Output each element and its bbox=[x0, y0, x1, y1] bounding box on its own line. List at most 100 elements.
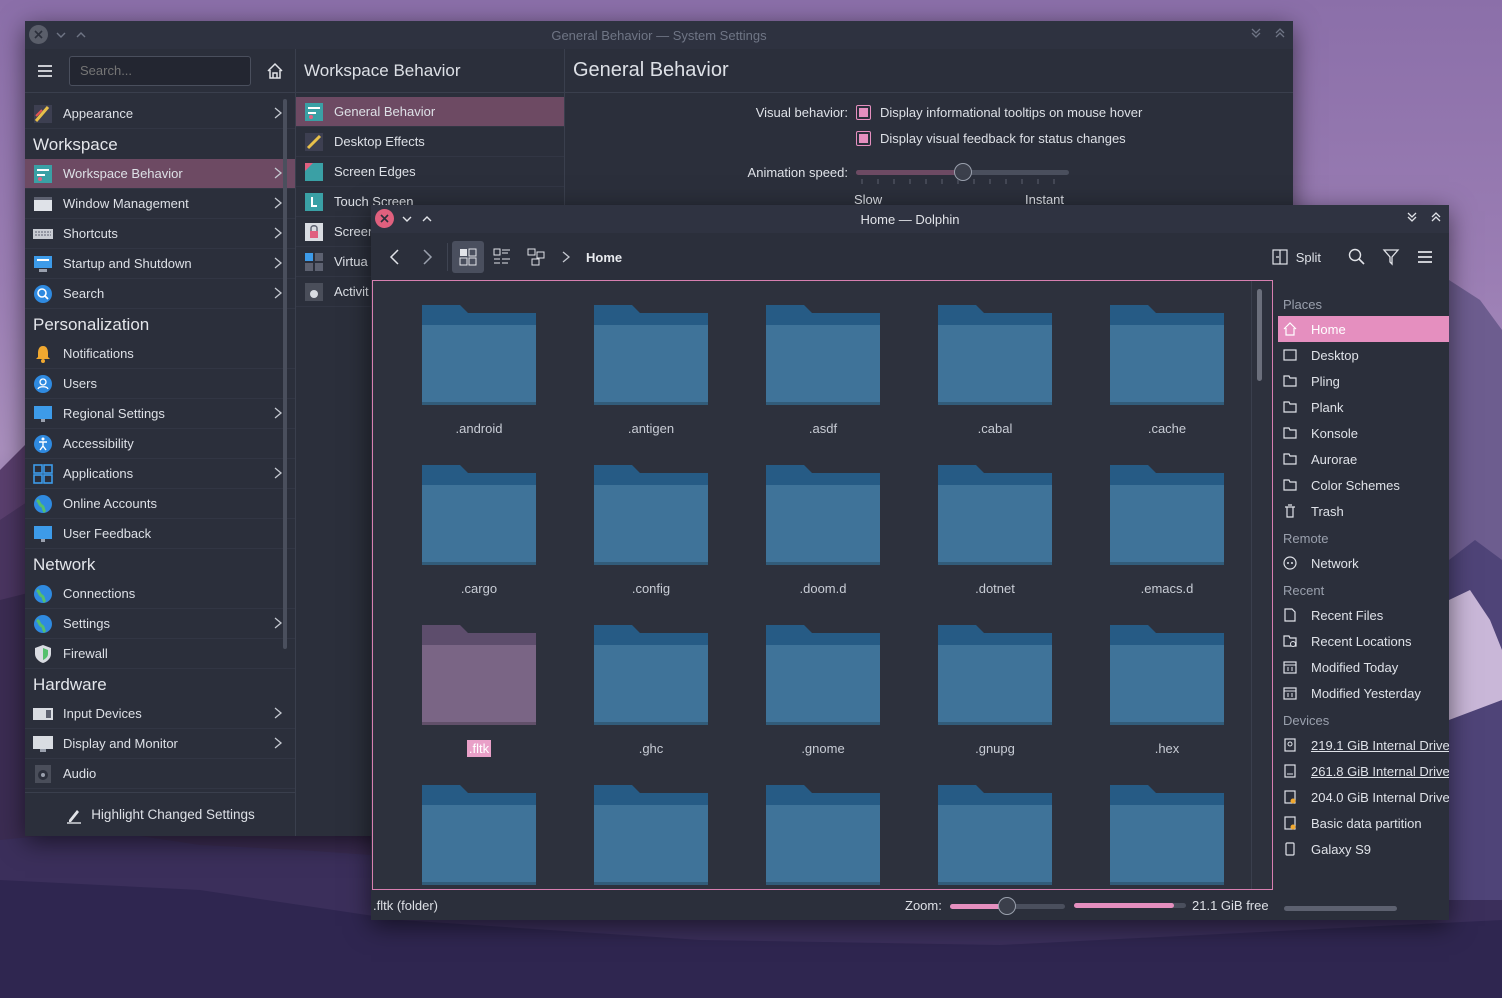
place-modified-today[interactable]: Modified Today bbox=[1278, 654, 1449, 680]
place-color-schemes[interactable]: Color Schemes bbox=[1278, 472, 1449, 498]
folder-item[interactable]: .doom.d bbox=[753, 461, 893, 611]
folder-item[interactable]: .cache bbox=[1097, 301, 1237, 451]
place-label: Modified Today bbox=[1311, 659, 1399, 675]
place-network[interactable]: Network bbox=[1278, 550, 1449, 576]
folder-item[interactable]: .ghc bbox=[581, 621, 721, 771]
maximize-icon[interactable] bbox=[74, 28, 88, 42]
folder-item[interactable] bbox=[925, 781, 1065, 889]
places-scrollbar[interactable] bbox=[1284, 906, 1397, 911]
sidebar-item-startup-shutdown[interactable]: Startup and Shutdown bbox=[25, 249, 295, 279]
details-view-button[interactable] bbox=[520, 241, 552, 273]
sidebar-item-firewall[interactable]: Firewall bbox=[25, 639, 295, 669]
close-icon bbox=[380, 214, 389, 223]
slider-handle[interactable] bbox=[998, 896, 1017, 915]
back-icon bbox=[389, 249, 399, 265]
sidebar-item-user-feedback[interactable]: User Feedback bbox=[25, 519, 295, 549]
sidebar-item-applications[interactable]: Applications bbox=[25, 459, 295, 489]
feedback-checkbox-row[interactable]: Display visual feedback for status chang… bbox=[856, 131, 1126, 146]
sidebar-item-workspace-behavior[interactable]: Workspace Behavior bbox=[25, 159, 295, 189]
place-plank[interactable]: Plank bbox=[1278, 394, 1449, 420]
folder-item[interactable]: .cabal bbox=[925, 301, 1065, 451]
folder-item[interactable] bbox=[581, 781, 721, 889]
minimize-icon[interactable] bbox=[54, 28, 68, 42]
maximize-icon[interactable] bbox=[420, 212, 434, 226]
sidebar-item-users[interactable]: Users bbox=[25, 369, 295, 399]
folder-item[interactable]: .dotnet bbox=[925, 461, 1065, 611]
zoom-slider[interactable] bbox=[949, 896, 1065, 915]
place-device-2[interactable]: 261.8 GiB Internal Drive bbox=[1278, 758, 1449, 784]
place-trash[interactable]: Trash bbox=[1278, 498, 1449, 524]
vertical-scrollbar[interactable] bbox=[1257, 289, 1262, 381]
compact-view-button[interactable] bbox=[486, 241, 518, 273]
folder-item[interactable]: .android bbox=[409, 301, 549, 451]
sidebar-item-regional-settings[interactable]: Regional Settings bbox=[25, 399, 295, 429]
monitor-icon bbox=[33, 734, 53, 754]
tooltip-checkbox[interactable] bbox=[856, 105, 871, 120]
sidebar-scrollbar[interactable] bbox=[283, 99, 287, 649]
folder-item[interactable]: .emacs.d bbox=[1097, 461, 1237, 611]
place-device-4[interactable]: Basic data partition bbox=[1278, 810, 1449, 836]
folder-item[interactable]: .asdf bbox=[753, 301, 893, 451]
sub-item-general-behavior[interactable]: General Behavior bbox=[296, 97, 564, 127]
feedback-checkbox[interactable] bbox=[856, 131, 871, 146]
folder-item[interactable]: .cargo bbox=[409, 461, 549, 611]
menu-button[interactable] bbox=[1409, 241, 1441, 273]
sidebar-item-audio[interactable]: Audio bbox=[25, 759, 295, 789]
folder-item[interactable]: .gnome bbox=[753, 621, 893, 771]
sidebar-item-display-monitor[interactable]: Display and Monitor bbox=[25, 729, 295, 759]
sidebar-item-shortcuts[interactable]: Shortcuts bbox=[25, 219, 295, 249]
close-button[interactable] bbox=[29, 25, 48, 44]
sidebar-item-window-management[interactable]: Window Management bbox=[25, 189, 295, 219]
keep-below-icon[interactable] bbox=[1249, 26, 1263, 40]
place-aurorae[interactable]: Aurorae bbox=[1278, 446, 1449, 472]
folder-item[interactable]: .antigen bbox=[581, 301, 721, 451]
search-button[interactable] bbox=[1341, 241, 1373, 273]
keep-above-icon[interactable] bbox=[1273, 26, 1287, 40]
zoom-label: Zoom: bbox=[905, 898, 942, 913]
sidebar-item-online-accounts[interactable]: Online Accounts bbox=[25, 489, 295, 519]
sidebar-item-connections[interactable]: Connections bbox=[25, 579, 295, 609]
keep-above-icon[interactable] bbox=[1429, 210, 1443, 224]
place-device-5[interactable]: Galaxy S9 bbox=[1278, 836, 1449, 862]
place-recent-locations[interactable]: Recent Locations bbox=[1278, 628, 1449, 654]
folder-item[interactable] bbox=[409, 781, 549, 889]
minimize-icon[interactable] bbox=[400, 212, 414, 226]
folder-item[interactable]: .fltk bbox=[409, 621, 549, 771]
sidebar-item-network-settings[interactable]: Settings bbox=[25, 609, 295, 639]
sidebar-item-notifications[interactable]: Notifications bbox=[25, 339, 295, 369]
back-button[interactable] bbox=[379, 241, 411, 273]
place-modified-yesterday[interactable]: Modified Yesterday bbox=[1278, 680, 1449, 706]
place-home[interactable]: Home bbox=[1278, 316, 1449, 342]
folder-item[interactable] bbox=[753, 781, 893, 889]
sidebar-item-search[interactable]: Search bbox=[25, 279, 295, 309]
place-device-1[interactable]: 219.1 GiB Internal Drive bbox=[1278, 732, 1449, 758]
home-icon[interactable] bbox=[265, 61, 285, 81]
folder-item[interactable]: .config bbox=[581, 461, 721, 611]
tooltip-checkbox-row[interactable]: Display informational tooltips on mouse … bbox=[856, 105, 1142, 120]
forward-button[interactable] bbox=[411, 241, 443, 273]
place-device-3[interactable]: 204.0 GiB Internal Drive bbox=[1278, 784, 1449, 810]
place-konsole[interactable]: Konsole bbox=[1278, 420, 1449, 446]
folder-item[interactable] bbox=[1097, 781, 1237, 889]
place-pling[interactable]: Pling bbox=[1278, 368, 1449, 394]
sub-item-screen-edges[interactable]: Screen Edges bbox=[296, 157, 564, 187]
icons-view-button[interactable] bbox=[452, 241, 484, 273]
breadcrumb-home[interactable]: Home bbox=[586, 250, 622, 265]
close-button[interactable] bbox=[375, 209, 394, 228]
place-desktop[interactable]: Desktop bbox=[1278, 342, 1449, 368]
search-input[interactable] bbox=[69, 55, 251, 86]
place-recent-files[interactable]: Recent Files bbox=[1278, 602, 1449, 628]
filter-button[interactable] bbox=[1375, 241, 1407, 273]
hamburger-menu-icon[interactable] bbox=[35, 61, 55, 81]
keep-below-icon[interactable] bbox=[1405, 210, 1419, 224]
folder-item[interactable]: .gnupg bbox=[925, 621, 1065, 771]
folder-item[interactable]: .hex bbox=[1097, 621, 1237, 771]
animation-speed-slider[interactable] bbox=[856, 163, 1069, 184]
sub-item-desktop-effects[interactable]: Desktop Effects bbox=[296, 127, 564, 157]
file-view[interactable]: .android .antigen .asdf .cabal .cache .cargo.… bbox=[372, 280, 1273, 890]
sidebar-item-accessibility[interactable]: Accessibility bbox=[25, 429, 295, 459]
sidebar-item-appearance[interactable]: Appearance bbox=[25, 99, 295, 129]
sidebar-item-input-devices[interactable]: Input Devices bbox=[25, 699, 295, 729]
highlight-changed-button[interactable]: Highlight Changed Settings bbox=[25, 792, 295, 836]
split-button[interactable]: Split bbox=[1272, 249, 1321, 265]
